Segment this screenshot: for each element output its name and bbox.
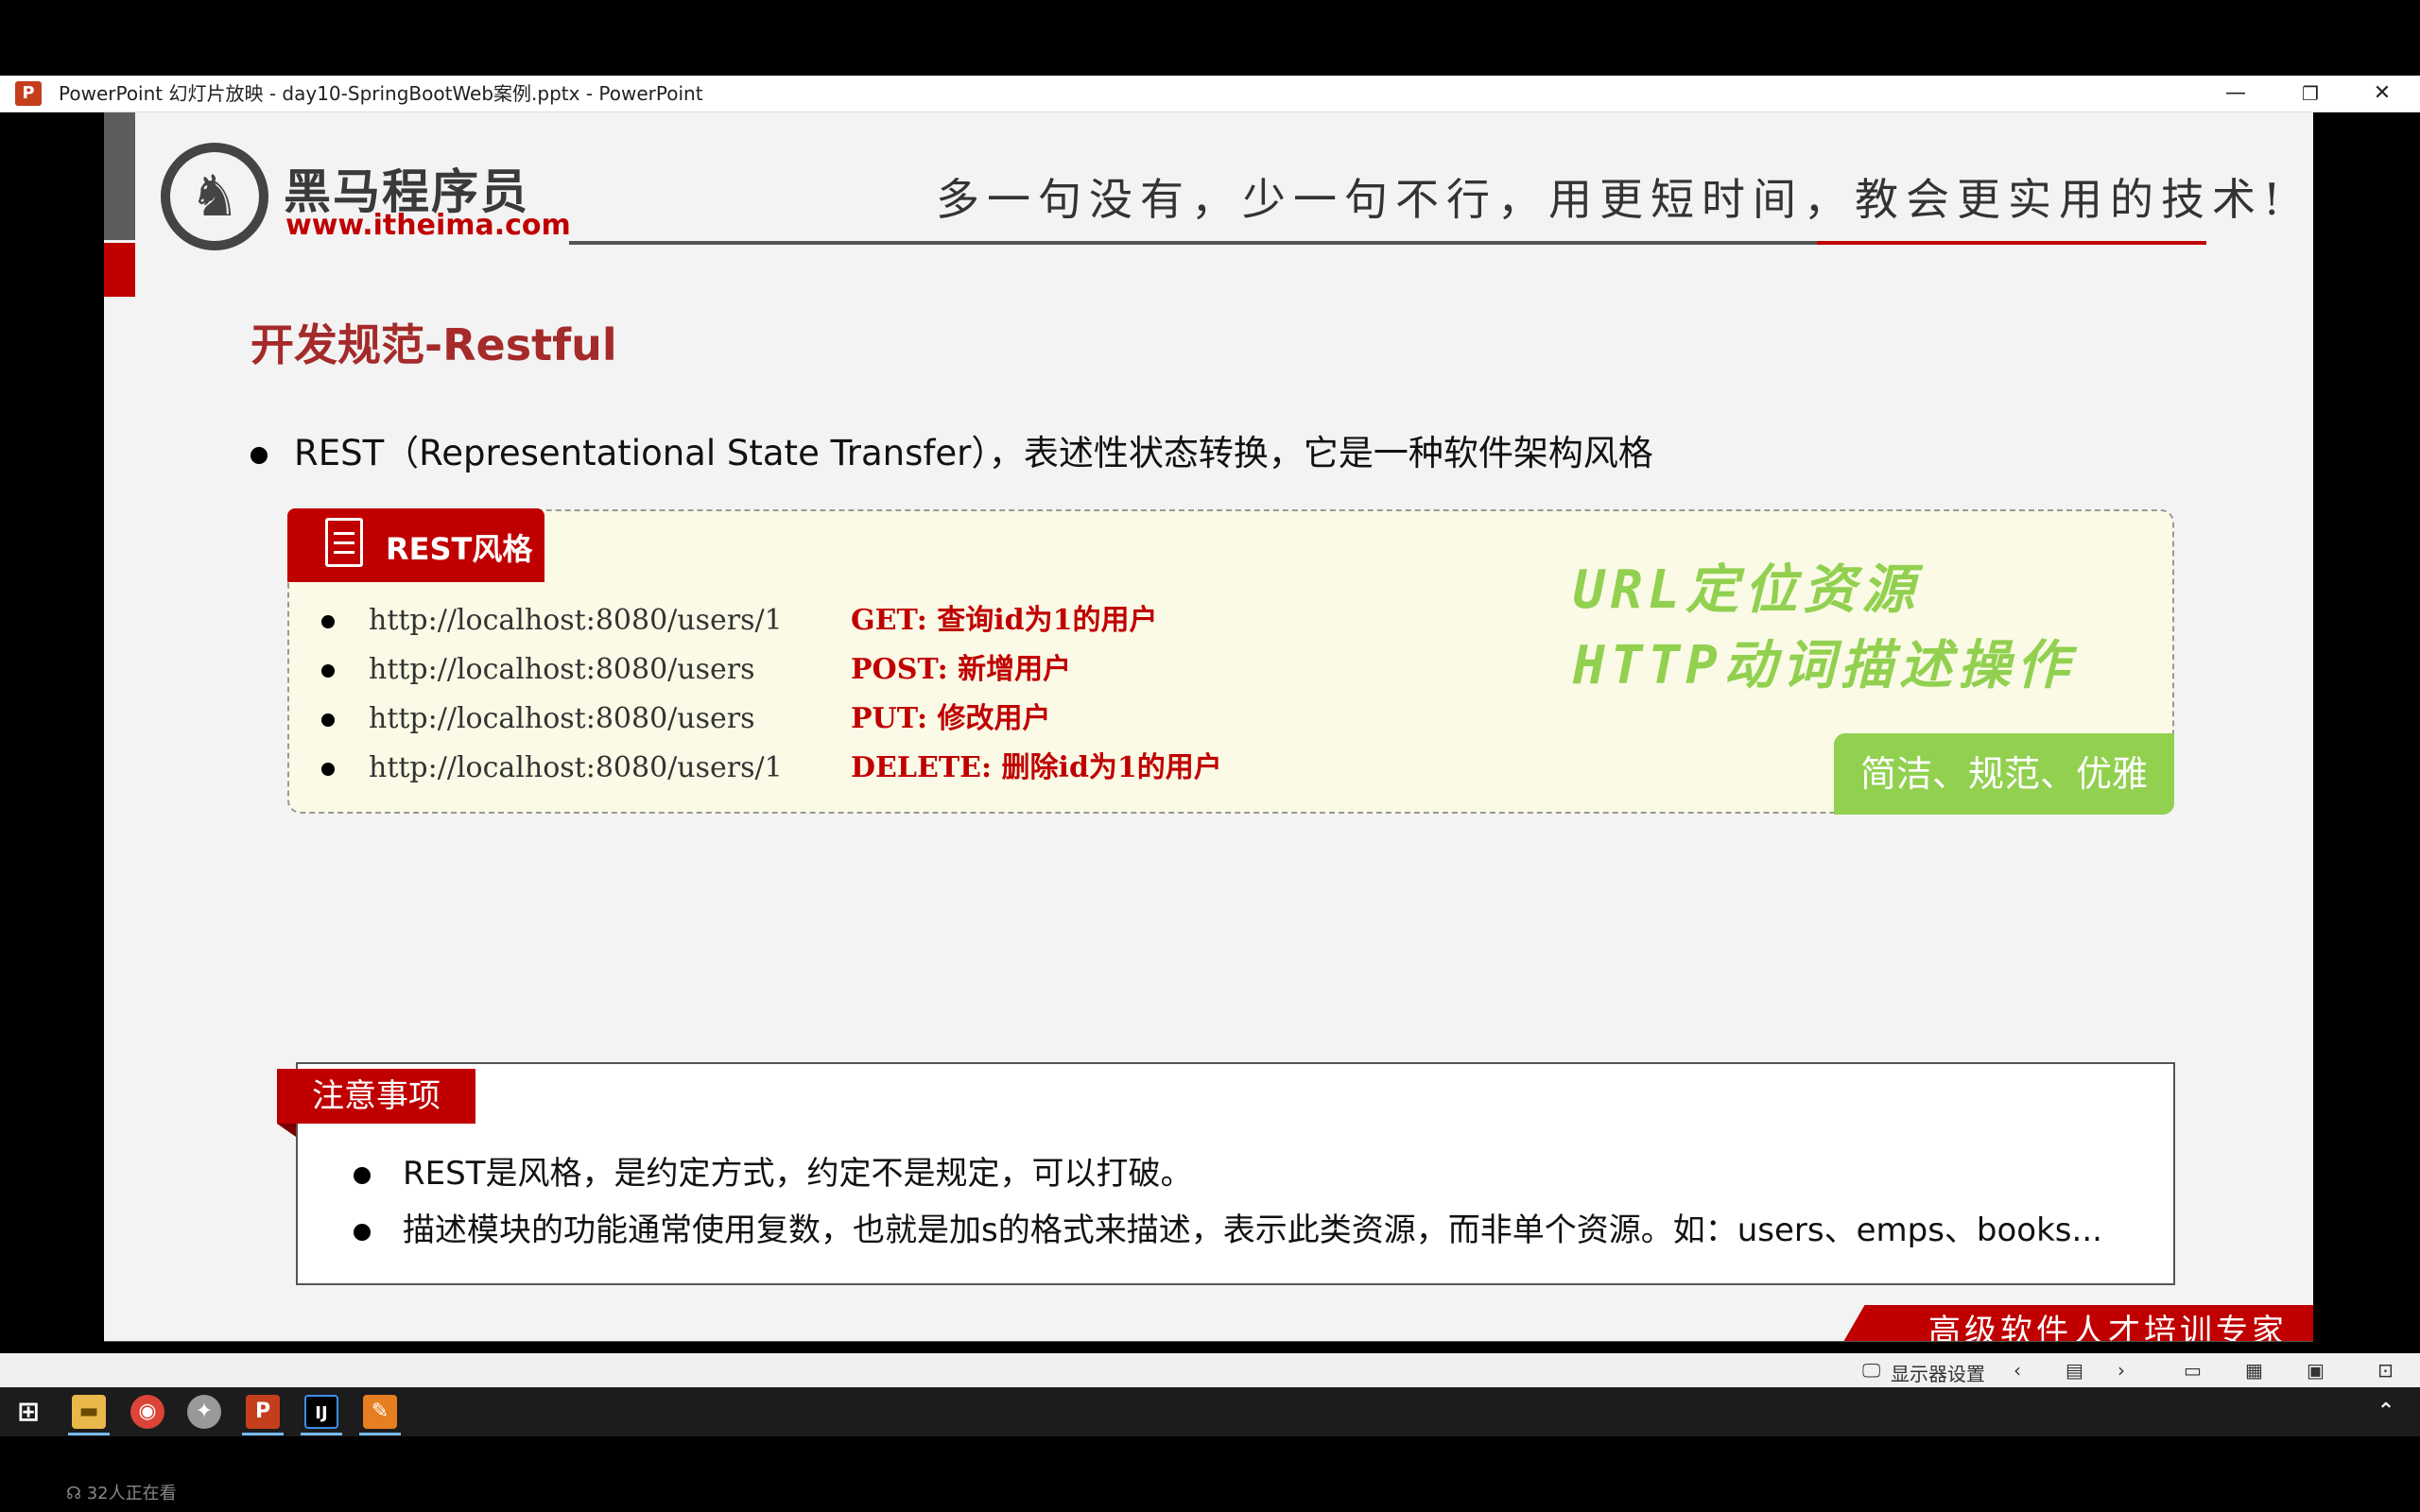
reading-view-icon[interactable]: ▣	[2307, 1359, 2325, 1382]
chevron-up-icon[interactable]: ⌃	[2369, 1395, 2403, 1429]
note-item: REST是风格，是约定方式，约定不是规定，可以打破。	[354, 1147, 1192, 1194]
file-explorer-icon[interactable]: ▬	[72, 1395, 106, 1429]
taskbar: ⊞ ▬ ◉ ✦ P IJ ✎ ⌃	[0, 1387, 2420, 1436]
header-divider-accent	[1817, 241, 2206, 245]
note-tab-fold	[277, 1124, 296, 1137]
api-url: http://localhost:8080/users/1	[369, 751, 783, 784]
chrome-icon[interactable]: ◉	[130, 1395, 164, 1429]
left-red-bar	[104, 243, 135, 297]
grid-view-icon[interactable]: ▦	[2245, 1359, 2263, 1382]
footer-text: 高级软件人才培训专家	[1928, 1313, 2288, 1342]
intellij-icon[interactable]: IJ	[304, 1395, 338, 1429]
minimize-button[interactable]: —	[2217, 79, 2255, 108]
slideshow-status-bar: 🖵 显示器设置 ‹ ▤ › ▭ ▦ ▣ ⊡	[0, 1353, 2420, 1387]
footer-gray-bar	[104, 1341, 2313, 1342]
handwritten-url-note: URL定位资源	[1573, 559, 1921, 621]
main-bullet: REST（Representational State Transfer），表述…	[251, 424, 1653, 475]
horse-logo-icon: ♞	[161, 143, 268, 250]
slogan: 多一句没有，少一句不行，用更短时间，教会更实用的技术!	[936, 174, 2289, 225]
api-url: http://localhost:8080/users	[369, 702, 755, 735]
bullet-dot-icon	[321, 713, 335, 727]
taskbar-active-indicator	[68, 1433, 110, 1435]
slide-heading: 开发规范-Restful	[251, 319, 617, 370]
window-title-bar: P PowerPoint 幻灯片放映 - day10-SpringBootWeb…	[0, 76, 2420, 112]
handwritten-http-note: HTTP动词描述操作	[1573, 635, 2075, 696]
logo-url: www.itheima.com	[285, 209, 571, 242]
notes-app-icon[interactable]: ✎	[363, 1395, 397, 1429]
bullet-dot-icon	[251, 446, 268, 464]
bullet-dot-icon	[321, 615, 335, 628]
taskbar-active-indicator	[359, 1433, 401, 1435]
display-settings-button[interactable]: 显示器设置	[1891, 1359, 1985, 1386]
summary-badge: 简洁、规范、优雅	[1834, 733, 2174, 815]
document-icon	[325, 518, 363, 567]
main-bullet-text: REST（Representational State Transfer），表述…	[294, 433, 1653, 473]
monitor-icon[interactable]: 🖵	[1862, 1359, 1880, 1382]
bullet-dot-icon	[354, 1223, 371, 1241]
viewer-count-text: 32人正在看	[86, 1484, 177, 1503]
normal-view-icon[interactable]: ▭	[2184, 1359, 2202, 1382]
headphones-icon: ☊	[66, 1484, 87, 1503]
restore-button[interactable]: ❐	[2291, 79, 2329, 108]
bullet-dot-icon	[321, 763, 335, 776]
bullet-dot-icon	[354, 1166, 371, 1184]
close-button[interactable]: ✕	[2363, 79, 2401, 108]
api-desc: PUT: 修改用户	[851, 702, 1051, 735]
note-item-text: REST是风格，是约定方式，约定不是规定，可以打破。	[403, 1155, 1193, 1193]
rest-style-tab: REST风格	[287, 508, 544, 582]
slide: ♞ 黑马程序员 www.itheima.com 多一句没有，少一句不行，用更短时…	[104, 112, 2313, 1342]
left-gray-bar	[104, 112, 135, 240]
api-url: http://localhost:8080/users	[369, 653, 755, 686]
app-icon[interactable]: ✦	[187, 1395, 221, 1429]
presenter-icon[interactable]: ⊡	[2377, 1359, 2394, 1382]
rest-tab-label: REST风格	[386, 531, 533, 567]
api-desc: POST: 新增用户	[851, 653, 1072, 686]
taskbar-active-indicator	[301, 1433, 342, 1435]
api-desc: DELETE: 删除id为1的用户	[851, 751, 1222, 784]
powerpoint-taskbar-icon[interactable]: P	[246, 1395, 280, 1429]
viewer-count: ☊ 32人正在看	[66, 1480, 177, 1504]
api-desc: GET: 查询id为1的用户	[851, 604, 1158, 637]
note-item-text: 描述模块的功能通常使用复数，也就是加s的格式来描述，表示此类资源，而非单个资源。…	[403, 1211, 2102, 1249]
note-item: 描述模块的功能通常使用复数，也就是加s的格式来描述，表示此类资源，而非单个资源。…	[354, 1204, 2102, 1250]
note-tab: 注意事项	[277, 1069, 475, 1124]
taskbar-active-indicator	[242, 1433, 284, 1435]
next-slide-icon[interactable]: ›	[2118, 1359, 2125, 1382]
windows-start-icon[interactable]: ⊞	[11, 1395, 45, 1429]
slide-sorter-icon[interactable]: ▤	[2066, 1359, 2083, 1382]
window-title: PowerPoint 幻灯片放映 - day10-SpringBootWeb案例…	[59, 82, 703, 105]
powerpoint-icon: P	[15, 81, 42, 106]
bullet-dot-icon	[321, 664, 335, 678]
api-url: http://localhost:8080/users/1	[369, 604, 783, 637]
header-divider	[569, 241, 1817, 245]
previous-slide-icon[interactable]: ‹	[2014, 1359, 2021, 1382]
